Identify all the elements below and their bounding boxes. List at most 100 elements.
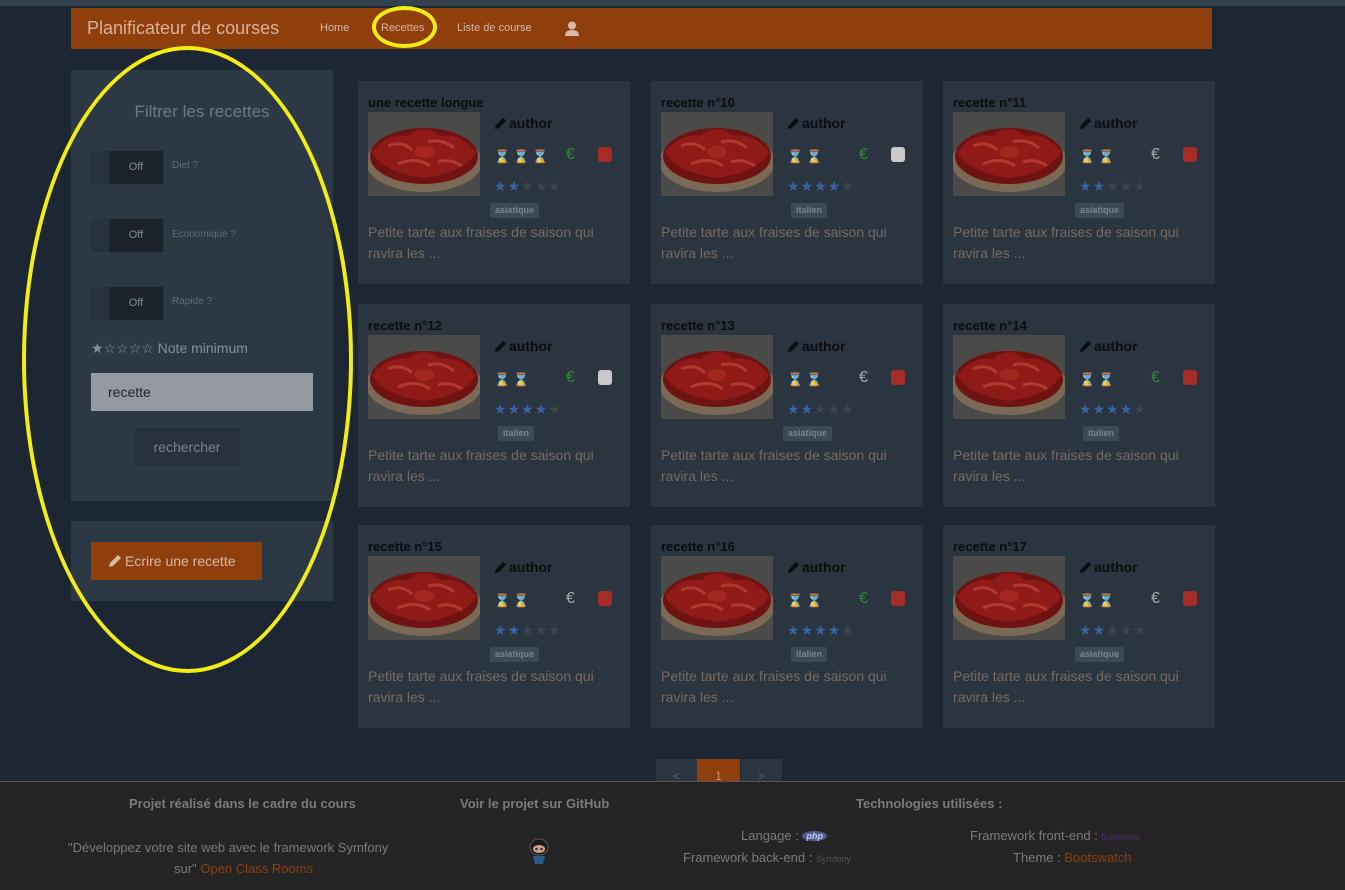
euro-icon: € xyxy=(1151,146,1160,163)
recipe-card[interactable]: recette n°17 author ⌛⌛ € ★★★★★ asiatique Petit… xyxy=(943,525,1215,728)
recipe-description: Petite tarte aux fraises de saison qui r… xyxy=(368,224,594,261)
recipe-rating: ★★★★★ xyxy=(494,622,562,639)
recipe-rating: ★★★★★ xyxy=(494,178,562,195)
pagination-next[interactable]: > xyxy=(741,759,782,783)
rating-star: ★ xyxy=(800,178,815,194)
bootswatch-link[interactable]: Bootswatch xyxy=(1064,850,1131,865)
recipe-author-name: author xyxy=(509,559,553,575)
rating-star: ★ xyxy=(494,401,508,417)
pagination-prev[interactable]: < xyxy=(656,759,697,783)
diet-toggle[interactable]: Off xyxy=(91,151,164,184)
hourglass-icon: ⌛⌛ xyxy=(1079,372,1118,387)
recipe-card[interactable]: recette n°16 author ⌛⌛ € ★★★★★ italien Petite … xyxy=(651,525,923,728)
write-recipe-button[interactable]: Ecrire une recette xyxy=(91,542,262,580)
recipe-author-name: author xyxy=(509,338,553,354)
recipe-tag: asiatique xyxy=(1075,203,1125,218)
footer-theme: Theme : Bootswatch xyxy=(1013,850,1132,865)
frontend-label: Framework front-end : xyxy=(970,828,1098,843)
cooking-pot-icon xyxy=(891,147,905,162)
rating-star: ★ xyxy=(1106,622,1120,638)
euro-icon: € xyxy=(859,369,868,386)
rating-star: ★ xyxy=(787,178,801,194)
pencil-icon xyxy=(1079,117,1092,130)
rating-star: ★ xyxy=(548,622,562,638)
recipe-title[interactable]: recette n°10 xyxy=(661,95,735,110)
navbar-brand[interactable]: Planificateur de courses xyxy=(87,18,279,39)
hourglass-icon: ⌛⌛ xyxy=(787,372,826,387)
search-button[interactable]: rechercher xyxy=(134,428,240,466)
recipe-title[interactable]: recette n°12 xyxy=(368,318,442,333)
rating-stars-input[interactable]: ★☆☆☆☆ xyxy=(91,340,154,356)
rating-star: ★ xyxy=(548,178,562,194)
cooking-pot-icon xyxy=(1183,591,1197,606)
recipe-image[interactable] xyxy=(953,112,1065,196)
recipe-card[interactable]: recette n°14 author ⌛⌛ € ★★★★★ italien Petite … xyxy=(943,304,1215,507)
open-class-rooms-link[interactable]: Open Class Rooms xyxy=(200,861,313,876)
recipe-tag: italien xyxy=(791,203,828,218)
footer-github-heading: Voir le projet sur GitHub xyxy=(460,796,610,811)
economique-toggle[interactable]: Off xyxy=(91,219,164,252)
rating-minimum-label: Note minimum xyxy=(157,340,248,356)
recipe-image[interactable] xyxy=(661,112,773,196)
recipe-rating: ★★★★★ xyxy=(787,401,855,418)
pagination-current[interactable]: 1 xyxy=(697,759,740,783)
recipe-author-name: author xyxy=(509,115,553,131)
recipe-author-name: author xyxy=(802,115,846,131)
rating-star: ★ xyxy=(534,178,549,194)
recipe-title[interactable]: recette n°17 xyxy=(953,539,1027,554)
euro-icon: € xyxy=(1151,369,1160,386)
recipe-rating: ★★★★★ xyxy=(494,401,562,418)
economique-toggle-state: Off xyxy=(109,219,163,252)
recipe-image[interactable] xyxy=(953,556,1065,640)
rating-star: ★ xyxy=(800,401,815,417)
pencil-icon xyxy=(787,561,800,574)
user-icon[interactable] xyxy=(565,21,579,36)
recipe-title[interactable]: recette n°14 xyxy=(953,318,1027,333)
rapide-toggle[interactable]: Off xyxy=(91,287,164,320)
economique-label: Economique ? xyxy=(172,229,236,240)
recipe-rating: ★★★★★ xyxy=(1079,401,1147,418)
recipe-author-name: author xyxy=(1094,115,1138,131)
recipe-image[interactable] xyxy=(368,335,480,419)
nav-link-home[interactable]: Home xyxy=(320,22,349,34)
github-octocat-icon[interactable] xyxy=(528,837,550,865)
recipe-card[interactable]: recette n°13 author ⌛⌛ € ★★★★★ asiatique Petit… xyxy=(651,304,923,507)
recipe-author: author xyxy=(787,559,846,575)
euro-icon: € xyxy=(566,146,575,163)
recipe-card[interactable]: une recette longue author ⌛⌛⌛ € ★★★★★ asiatiq… xyxy=(358,81,630,284)
rating-star: ★ xyxy=(534,622,549,638)
nav-link-recettes[interactable]: Recettes xyxy=(381,22,424,34)
rating-star: ★ xyxy=(814,178,828,194)
recipe-author-name: author xyxy=(802,338,846,354)
footer-backend: Framework back-end : Symfony xyxy=(683,850,851,865)
recipe-image[interactable] xyxy=(953,335,1065,419)
recipe-description: Petite tarte aux fraises de saison qui r… xyxy=(661,447,887,484)
recipe-title[interactable]: recette n°15 xyxy=(368,539,442,554)
recipe-title[interactable]: recette n°16 xyxy=(661,539,735,554)
recipe-title[interactable]: recette n°13 xyxy=(661,318,735,333)
footer-course-sur: sur" xyxy=(174,861,197,876)
nav-link-liste-de-course[interactable]: Liste de course xyxy=(457,22,532,34)
rapide-toggle-state: Off xyxy=(109,287,163,320)
recipe-card[interactable]: recette n°15 author ⌛⌛ € ★★★★★ asiatique Petit… xyxy=(358,525,630,728)
recipe-card[interactable]: recette n°12 author ⌛⌛ € ★★★★★ italien Petite … xyxy=(358,304,630,507)
recipe-image[interactable] xyxy=(661,556,773,640)
pencil-icon xyxy=(494,117,507,130)
recipe-card[interactable]: recette n°11 author ⌛⌛ € ★★★★★ asiatique Petit… xyxy=(943,81,1215,284)
filter-title: Filtrer les recettes xyxy=(134,102,270,121)
recipe-card[interactable]: recette n°10 author ⌛⌛ € ★★★★★ italien Petite … xyxy=(651,81,923,284)
search-input[interactable] xyxy=(91,373,313,411)
recipe-image[interactable] xyxy=(368,556,480,640)
tarte-image xyxy=(661,112,773,196)
tarte-image xyxy=(953,335,1065,419)
recipe-author-name: author xyxy=(1094,559,1138,575)
euro-icon: € xyxy=(1151,590,1160,607)
recipe-image[interactable] xyxy=(368,112,480,196)
recipe-author: author xyxy=(1079,559,1138,575)
recipe-image[interactable] xyxy=(661,335,773,419)
rating-star: ★ xyxy=(841,622,855,638)
tarte-image xyxy=(953,112,1065,196)
rating-star: ★ xyxy=(494,178,508,194)
recipe-title[interactable]: recette n°11 xyxy=(953,95,1026,110)
recipe-title[interactable]: une recette longue xyxy=(368,95,484,110)
